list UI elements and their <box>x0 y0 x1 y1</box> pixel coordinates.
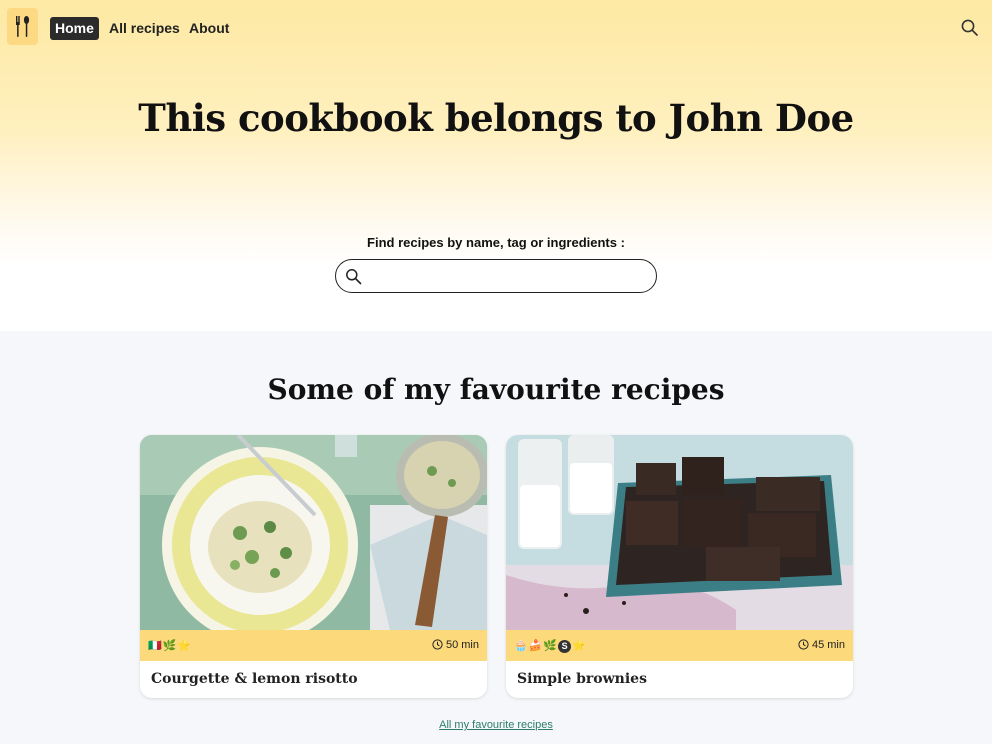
recipe-name[interactable]: Courgette & lemon risotto <box>151 671 358 687</box>
recipe-image-brownies <box>506 435 853 630</box>
page-title: This cookbook belongs to John Doe <box>138 96 854 140</box>
cake-icon: 🍰 <box>528 640 543 652</box>
recipe-card[interactable]: 🇮🇹🌿⭐ 50 min Courgette & lemon risotto <box>140 435 487 698</box>
nav-all-recipes[interactable]: All recipes <box>104 17 185 40</box>
italy-flag-icon: 🇮🇹 <box>148 640 162 652</box>
search-icon[interactable] <box>960 18 980 38</box>
logo[interactable] <box>7 8 38 45</box>
recipe-tags: 🇮🇹🌿⭐ <box>148 639 192 653</box>
nav-home[interactable]: Home <box>50 17 99 40</box>
favourites-section: Some of my favourite recipes 🇮🇹🌿⭐ 50 min… <box>0 331 992 744</box>
clock-icon <box>432 639 443 650</box>
recipe-search-box[interactable] <box>335 259 657 293</box>
recipe-time-value: 45 min <box>811 639 845 651</box>
recipe-time: 50 min <box>432 638 479 653</box>
all-favourites-link[interactable]: All my favourite recipes <box>0 719 992 731</box>
nav-about[interactable]: About <box>184 17 234 40</box>
clock-icon <box>798 639 809 650</box>
navbar: Home All recipes About <box>0 0 992 56</box>
search-icon <box>345 268 362 290</box>
herb-icon: 🌿 <box>162 640 177 652</box>
cupcake-icon: 🧁 <box>514 640 528 652</box>
herb-icon: 🌿 <box>543 640 558 652</box>
search-label: Find recipes by name, tag or ingredients… <box>367 235 625 250</box>
search-input[interactable] <box>370 264 650 288</box>
s-badge-icon: S <box>558 640 572 653</box>
section-title: Some of my favourite recipes <box>267 373 725 406</box>
recipe-meta: 🇮🇹🌿⭐ 50 min <box>140 630 487 661</box>
star-icon: ⭐ <box>177 640 192 652</box>
recipe-image-risotto <box>140 435 487 630</box>
recipe-time: 45 min <box>798 638 845 653</box>
recipe-card[interactable]: 🧁🍰🌿 S ⭐ 45 min Simple brownies <box>506 435 853 698</box>
recipe-time-value: 50 min <box>445 639 479 651</box>
recipe-meta: 🧁🍰🌿 S ⭐ 45 min <box>506 630 853 661</box>
recipe-name[interactable]: Simple brownies <box>517 671 647 687</box>
recipe-tags: 🧁🍰🌿 S ⭐ <box>514 639 587 653</box>
star-icon: ⭐ <box>572 640 586 652</box>
fork-spoon-icon <box>16 16 30 37</box>
